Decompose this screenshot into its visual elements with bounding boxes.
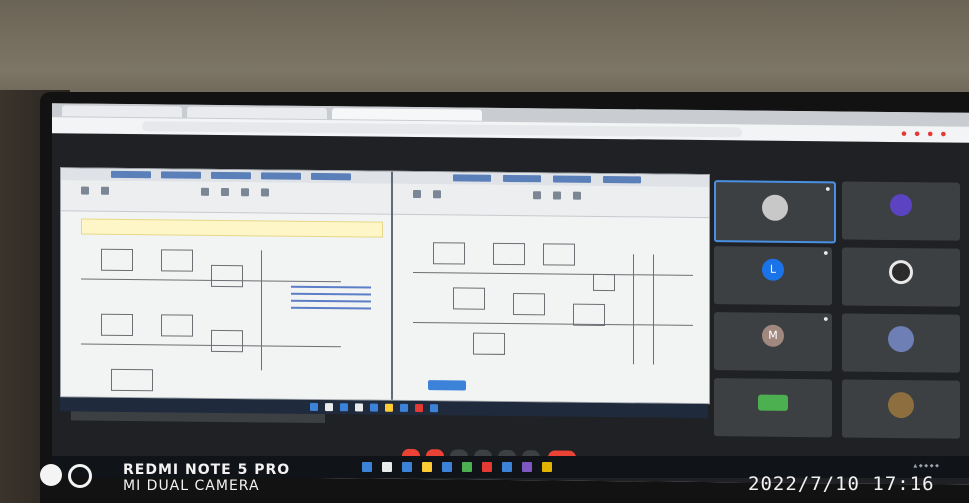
participant-tile-presenter[interactable]: ● (714, 180, 836, 244)
photo-timestamp: 2022/7/10 17:16 (748, 473, 935, 495)
avatar (888, 325, 914, 353)
browser-tab-active[interactable] (332, 108, 482, 121)
participant-grid: ● L ● M ● (714, 180, 964, 441)
participant-tile[interactable] (842, 247, 960, 307)
avatar (762, 194, 788, 221)
browser-tab[interactable] (62, 105, 182, 118)
participant-tile[interactable]: M ● (714, 312, 832, 372)
participant-tile[interactable] (842, 181, 960, 241)
warning-banner (81, 218, 383, 238)
folder-icon[interactable] (422, 462, 432, 472)
taskbar-app-icon[interactable] (402, 462, 412, 472)
watermark-ring-icon (68, 464, 92, 488)
participant-tile[interactable]: L ● (714, 246, 832, 306)
watermark-camera: MI DUAL CAMERA (123, 478, 260, 494)
taskbar-app-icon[interactable] (442, 462, 452, 472)
laptop-screen: ● ● ● ● ● L ● M ● (52, 103, 969, 485)
avatar (890, 193, 912, 217)
taskbar-app-icon[interactable] (522, 462, 532, 472)
start-icon[interactable] (362, 462, 372, 472)
mic-off-icon: ● (823, 316, 828, 323)
circuit-editor-pane-right (393, 171, 709, 404)
taskbar-app-icon[interactable] (502, 462, 512, 472)
watermark-dot-icon (40, 464, 62, 486)
mic-icon: ● (825, 186, 830, 193)
mic-off-icon: ● (823, 250, 828, 257)
system-tray[interactable]: ▲ ◆ ◆ ◆ ◆ (913, 463, 939, 469)
participant-tile[interactable] (714, 378, 832, 438)
chrome-icon[interactable] (482, 462, 492, 472)
participant-tile[interactable] (842, 313, 960, 373)
extension-icons: ● ● ● ● (901, 130, 949, 138)
toolbar (393, 183, 709, 219)
browser-tab[interactable] (187, 106, 327, 120)
avatar (888, 391, 914, 419)
video-meeting-window: ● L ● M ● (52, 133, 969, 485)
participant-tile[interactable] (842, 379, 960, 439)
watermark-model: REDMI NOTE 5 PRO (123, 462, 291, 478)
circuit-editor-pane-left (61, 168, 393, 400)
avatar (889, 259, 913, 285)
shared-screen (60, 167, 710, 424)
taskbar-app-icon[interactable] (382, 462, 392, 472)
taskbar-app-icon[interactable] (542, 462, 552, 472)
toolbar (61, 180, 391, 215)
camera-watermark-logo (40, 458, 100, 488)
editor-action-button[interactable] (428, 380, 466, 391)
avatar (758, 394, 788, 411)
avatar: L (762, 258, 784, 281)
taskbar-app-icon[interactable] (462, 462, 472, 472)
avatar: M (762, 324, 784, 347)
